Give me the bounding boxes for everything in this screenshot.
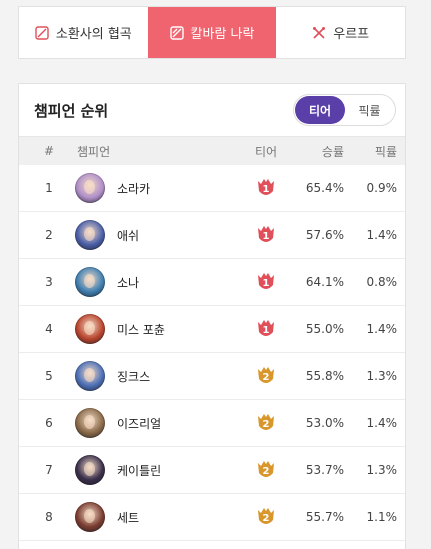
champion-cell: 세트: [63, 502, 248, 532]
ranking-header: 챔피언 순위 티어 픽률: [19, 84, 405, 136]
table-row[interactable]: 3 소나 1 64.1% 0.8%: [19, 259, 405, 306]
winrate-cell: 55.7%: [305, 510, 344, 524]
winrate-cell: 53.0%: [305, 416, 344, 430]
champion-cell: 케이틀린: [63, 455, 248, 485]
winrate-cell: 55.0%: [305, 322, 344, 336]
header-pickrate[interactable]: 픽률: [344, 143, 397, 160]
champion-avatar[interactable]: [75, 408, 105, 438]
champion-name[interactable]: 세트: [117, 509, 139, 526]
tier-cell: 2: [248, 412, 284, 434]
champion-cell: 징크스: [63, 361, 248, 391]
toggle-pickrate-button[interactable]: 픽률: [345, 96, 394, 124]
pickrate-cell: 1.3%: [366, 463, 398, 477]
champion-avatar[interactable]: [75, 220, 105, 250]
mode-tab-label: 소환사의 협곡: [55, 27, 132, 42]
champion-name[interactable]: 미스 포츈: [117, 321, 165, 338]
mode-tab-urf[interactable]: 우르프: [276, 7, 405, 58]
pickrate-cell: 1.4%: [366, 322, 398, 336]
aram-icon: [169, 25, 184, 40]
tier-badge-icon: 1: [255, 271, 277, 293]
champion-avatar[interactable]: [75, 267, 105, 297]
champion-avatar[interactable]: [75, 361, 105, 391]
mode-tab-summoners-rift[interactable]: 소환사의 협곡: [19, 7, 148, 58]
tier-cell: 1: [248, 271, 284, 293]
rank-cell: 7: [45, 463, 53, 477]
champion-name[interactable]: 이즈리얼: [117, 415, 161, 432]
urf-icon: [312, 26, 326, 40]
rank-cell: 3: [45, 275, 53, 289]
rank-cell: 2: [45, 228, 53, 242]
rank-cell: 1: [45, 181, 53, 195]
header-rank: #: [43, 144, 55, 158]
tier-cell: 1: [248, 177, 284, 199]
table-row[interactable]: 4 미스 포츈 1 55.0% 1.4%: [19, 306, 405, 353]
rank-cell: 8: [45, 510, 53, 524]
champion-name[interactable]: 애쉬: [117, 227, 139, 244]
champion-name[interactable]: 소나: [117, 274, 139, 291]
tier-badge-icon: 1: [255, 318, 277, 340]
table-row[interactable]: 7 케이틀린 2 53.7% 1.3%: [19, 447, 405, 494]
mode-tab-label: 우르프: [333, 27, 370, 42]
pickrate-cell: 1.4%: [366, 228, 398, 242]
ranking-table-body: 1 소라카 1 65.4% 0.9% 2 애쉬 1 57.6% 1.4% 3 소…: [19, 165, 405, 541]
game-mode-tabs: 소환사의 협곡 칼바람 나락 우르프: [18, 6, 406, 59]
champion-cell: 이즈리얼: [63, 408, 248, 438]
table-row[interactable]: 6 이즈리얼 2 53.0% 1.4%: [19, 400, 405, 447]
mode-tab-label: 칼바람 나락: [190, 27, 255, 42]
rank-cell: 6: [45, 416, 53, 430]
champion-avatar[interactable]: [75, 502, 105, 532]
tier-cell: 1: [248, 318, 284, 340]
champion-avatar[interactable]: [75, 314, 105, 344]
champion-cell: 미스 포츈: [63, 314, 248, 344]
champion-cell: 애쉬: [63, 220, 248, 250]
header-tier[interactable]: 티어: [248, 143, 284, 160]
table-row[interactable]: 2 애쉬 1 57.6% 1.4%: [19, 212, 405, 259]
pickrate-cell: 1.1%: [366, 510, 398, 524]
tier-cell: 2: [248, 365, 284, 387]
champion-cell: 소나: [63, 267, 248, 297]
pickrate-cell: 0.8%: [366, 275, 398, 289]
tier-badge-icon: 2: [255, 412, 277, 434]
champion-name[interactable]: 소라카: [117, 180, 150, 197]
table-row[interactable]: 5 징크스 2 55.8% 1.3%: [19, 353, 405, 400]
tier-badge-icon: 2: [255, 459, 277, 481]
winrate-cell: 53.7%: [305, 463, 344, 477]
table-header: # 챔피언 티어 승률 픽률: [19, 136, 405, 165]
pickrate-cell: 1.3%: [366, 369, 398, 383]
tier-cell: 1: [248, 224, 284, 246]
mode-tab-aram[interactable]: 칼바람 나락: [147, 7, 277, 58]
champion-avatar[interactable]: [75, 455, 105, 485]
tier-badge-icon: 1: [255, 177, 277, 199]
tier-badge-icon: 1: [255, 224, 277, 246]
winrate-cell: 65.4%: [305, 181, 344, 195]
pickrate-cell: 0.9%: [366, 181, 398, 195]
champion-ranking-card: 챔피언 순위 티어 픽률 # 챔피언 티어 승률 픽률 1 소라카 1 65.4…: [18, 83, 406, 549]
rank-cell: 5: [45, 369, 53, 383]
tier-badge-icon: 2: [255, 365, 277, 387]
header-champion: 챔피언: [77, 144, 111, 159]
champion-cell: 소라카: [63, 173, 248, 203]
winrate-cell: 64.1%: [305, 275, 344, 289]
summoners-rift-icon: [35, 25, 49, 40]
table-row[interactable]: 1 소라카 1 65.4% 0.9%: [19, 165, 405, 212]
tier-cell: 2: [248, 506, 284, 528]
champion-avatar[interactable]: [75, 173, 105, 203]
table-row[interactable]: 8 세트 2 55.7% 1.1%: [19, 494, 405, 541]
rank-cell: 4: [45, 322, 53, 336]
champion-name[interactable]: 케이틀린: [117, 462, 161, 479]
header-winrate[interactable]: 승률: [284, 143, 344, 160]
toggle-tier-button[interactable]: 티어: [295, 96, 345, 124]
winrate-cell: 57.6%: [305, 228, 344, 242]
ranking-title: 챔피언 순위: [34, 101, 109, 120]
tier-cell: 2: [248, 459, 284, 481]
tier-badge-icon: 2: [255, 506, 277, 528]
winrate-cell: 55.8%: [305, 369, 344, 383]
sort-toggle: 티어 픽률: [293, 94, 396, 126]
champion-name[interactable]: 징크스: [117, 368, 150, 385]
pickrate-cell: 1.4%: [366, 416, 398, 430]
